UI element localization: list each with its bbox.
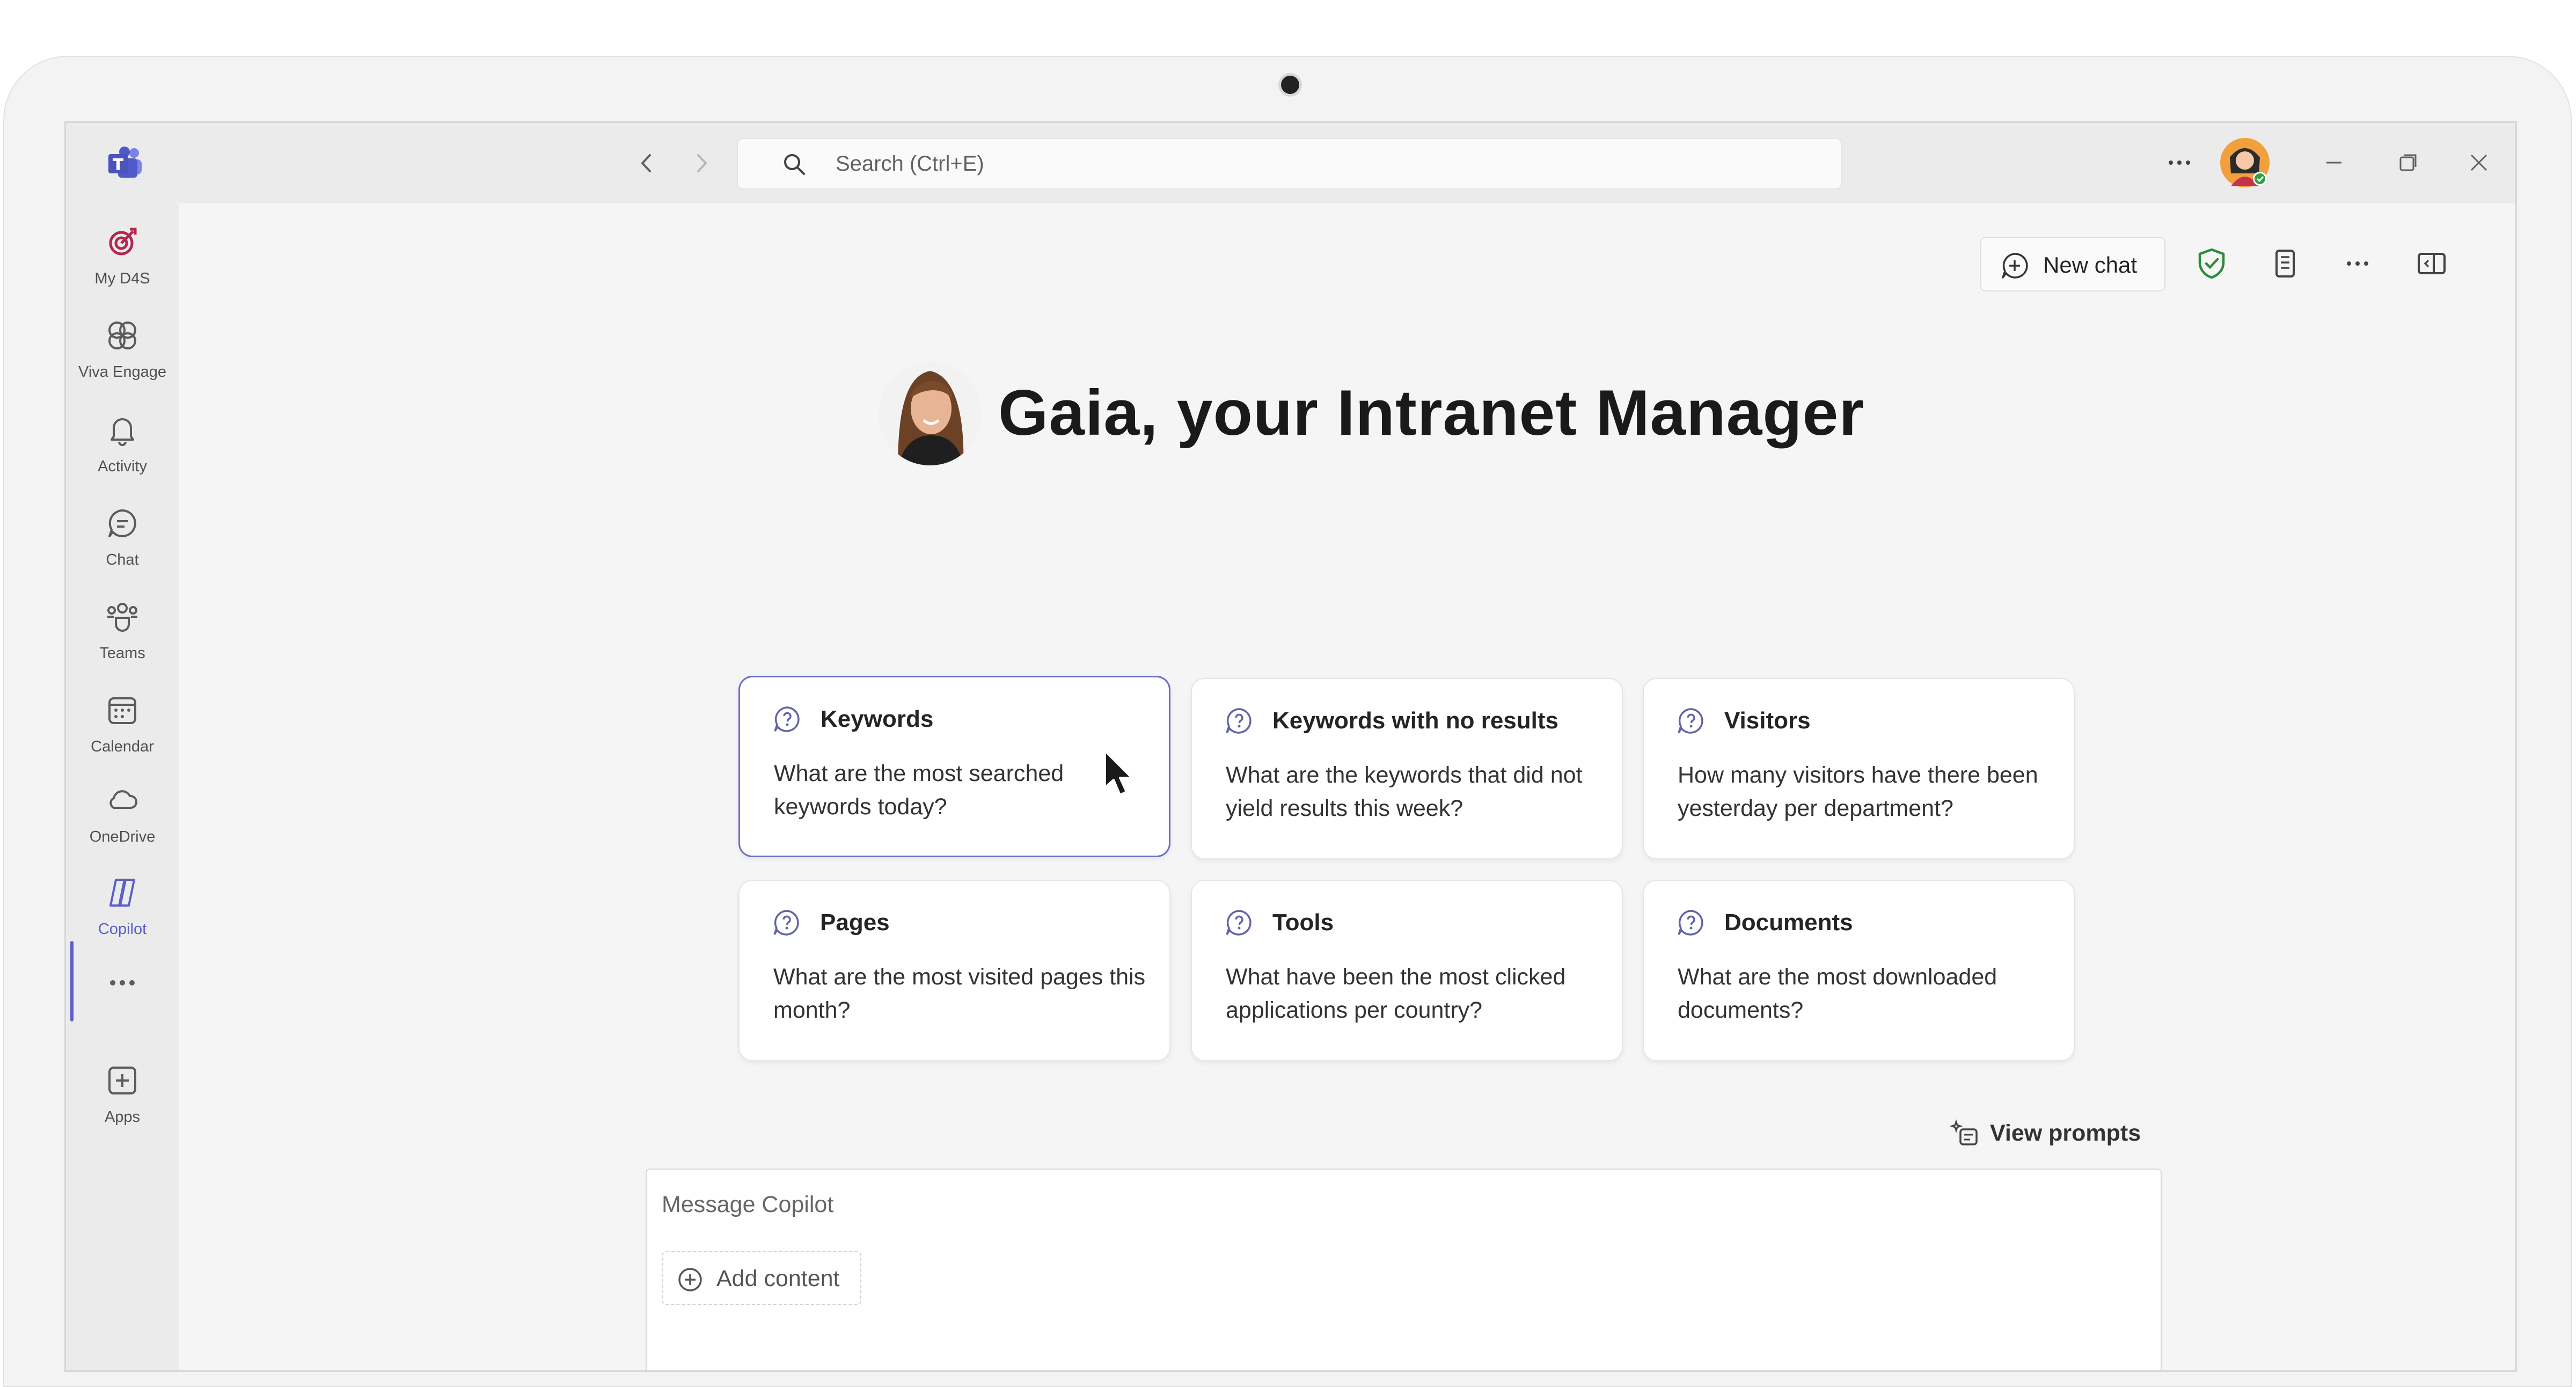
prompt-chat-icon	[1226, 910, 1252, 936]
new-chat-label: New chat	[2043, 252, 2138, 278]
teams-window: Search (Ctrl+E) My D4S Viva Engage Activ…	[64, 121, 2517, 1372]
rail-item-activity[interactable]: Activity	[66, 413, 179, 488]
card-text: How many visitors have there been yester…	[1678, 762, 2038, 821]
teams-logo-icon	[108, 147, 142, 178]
prompt-chat-icon	[1678, 708, 1703, 734]
rail-item-my-d4s[interactable]: My D4S	[66, 225, 179, 300]
side-panel-icon[interactable]	[2416, 247, 2448, 280]
rail-label: Viva Engage	[78, 363, 166, 381]
prompt-card-tools[interactable]: Tools What have been the most clicked ap…	[1191, 880, 1623, 1061]
prompt-chat-icon	[1678, 910, 1703, 936]
user-avatar[interactable]	[2218, 136, 2272, 189]
rail-item-viva-engage[interactable]: Viva Engage	[66, 318, 179, 393]
back-arrow-icon[interactable]	[634, 149, 661, 178]
prompt-chat-icon	[773, 910, 799, 936]
more-options-icon[interactable]	[2163, 147, 2196, 179]
bell-icon	[111, 418, 134, 446]
prompt-card-keywords-no-results[interactable]: Keywords with no results What are the ke…	[1191, 678, 1623, 859]
camera	[1281, 76, 1299, 94]
close-icon[interactable]	[2464, 148, 2494, 178]
search-placeholder: Search (Ctrl+E)	[836, 152, 984, 176]
view-prompts-label: View prompts	[1990, 1120, 2141, 1146]
rail-item-copilot[interactable]: Copilot	[66, 875, 179, 951]
search-icon	[784, 154, 805, 175]
add-content-button[interactable]: Add content	[662, 1251, 861, 1305]
more-icon	[110, 980, 135, 986]
card-text: What are the most downloaded documents?	[1678, 964, 1997, 1023]
add-app-icon	[108, 1067, 136, 1094]
rail-label: OneDrive	[89, 828, 156, 845]
rail-label: Activity	[98, 458, 147, 475]
message-composer[interactable]: Message Copilot Add content	[646, 1169, 2162, 1370]
agent-title: Gaia, your Intranet Manager	[998, 377, 1865, 449]
shield-icon[interactable]	[2196, 247, 2228, 280]
add-chat-icon	[2002, 253, 2028, 279]
card-text: What have been the most clicked applicat…	[1226, 964, 1566, 1023]
prompt-card-documents[interactable]: Documents What are the most downloaded d…	[1643, 880, 2075, 1061]
rail-item-more[interactable]	[66, 966, 179, 998]
rail-label: Teams	[99, 645, 145, 662]
mouse-cursor-icon	[1104, 750, 1133, 796]
prompt-chat-icon	[774, 706, 800, 732]
prompt-card-pages[interactable]: Pages What are the most visited pages th…	[738, 880, 1170, 1061]
viva-engage-icon	[108, 322, 136, 349]
copilot-icon	[109, 879, 135, 907]
forward-arrow-icon[interactable]	[687, 149, 714, 178]
card-text: What are the most visited pages this mon…	[773, 964, 1146, 1023]
copilot-main: New chat Gaia, your Intranet Manager Key…	[179, 203, 2515, 1370]
search-input[interactable]: Search (Ctrl+E)	[737, 138, 1842, 189]
rail-label: Chat	[106, 551, 139, 568]
add-circle-icon	[678, 1268, 702, 1291]
card-title: Visitors	[1724, 707, 1811, 734]
rail-item-teams[interactable]: Teams	[66, 600, 179, 675]
prompt-chat-icon	[1226, 708, 1252, 734]
rail-item-apps[interactable]: Apps	[66, 1063, 179, 1138]
minimize-icon[interactable]	[2319, 148, 2349, 178]
card-text: What are the keywords that did not yield…	[1226, 762, 1583, 821]
rail-label: My D4S	[94, 270, 150, 287]
card-text: What are the most searched keywords toda…	[774, 761, 1064, 820]
rail-label: Copilot	[98, 921, 147, 938]
cloud-icon	[109, 790, 138, 809]
calendar-icon	[108, 697, 136, 724]
chat-icon	[108, 509, 136, 537]
add-content-label: Add content	[716, 1266, 840, 1291]
rail-label: Apps	[104, 1108, 141, 1126]
app-rail: My D4S Viva Engage Activity Chat Teams C…	[66, 203, 179, 1370]
restore-icon[interactable]	[2393, 148, 2423, 178]
card-title: Keywords	[821, 706, 934, 732]
card-title: Pages	[820, 909, 890, 936]
rail-item-calendar[interactable]: Calendar	[66, 693, 179, 768]
message-input-placeholder: Message Copilot	[662, 1192, 834, 1217]
more-options-icon[interactable]	[2341, 247, 2374, 280]
rail-label: Calendar	[91, 738, 154, 755]
target-icon	[109, 228, 137, 256]
view-prompts-button[interactable]: View prompts	[1950, 1113, 2164, 1151]
rail-item-chat[interactable]: Chat	[66, 506, 179, 581]
card-title: Keywords with no results	[1272, 707, 1558, 734]
teams-icon	[107, 603, 137, 632]
sparkle-prompts-icon	[1950, 1119, 1978, 1145]
card-title: Documents	[1724, 909, 1853, 936]
new-chat-button[interactable]: New chat	[1980, 237, 2165, 291]
rail-item-onedrive[interactable]: OneDrive	[66, 783, 179, 858]
card-title: Tools	[1272, 909, 1334, 936]
prompt-card-visitors[interactable]: Visitors How many visitors have there be…	[1643, 678, 2075, 859]
title-bar: Search (Ctrl+E)	[66, 123, 2515, 203]
document-icon[interactable]	[2269, 247, 2301, 280]
agent-avatar	[879, 362, 981, 465]
